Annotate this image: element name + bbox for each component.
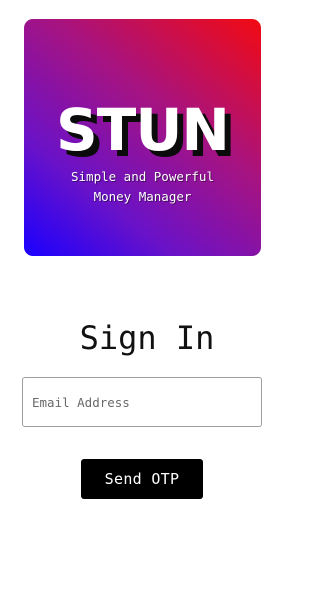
logo-wordmark: STUN bbox=[56, 96, 230, 164]
logo-tagline: Simple and Powerful Money Manager bbox=[71, 169, 214, 204]
email-field[interactable] bbox=[22, 377, 262, 427]
send-otp-button[interactable]: Send OTP bbox=[81, 459, 203, 499]
page-title: Sign In bbox=[79, 319, 215, 357]
app-logo: STUN Simple and Powerful Money Manager bbox=[24, 19, 261, 256]
